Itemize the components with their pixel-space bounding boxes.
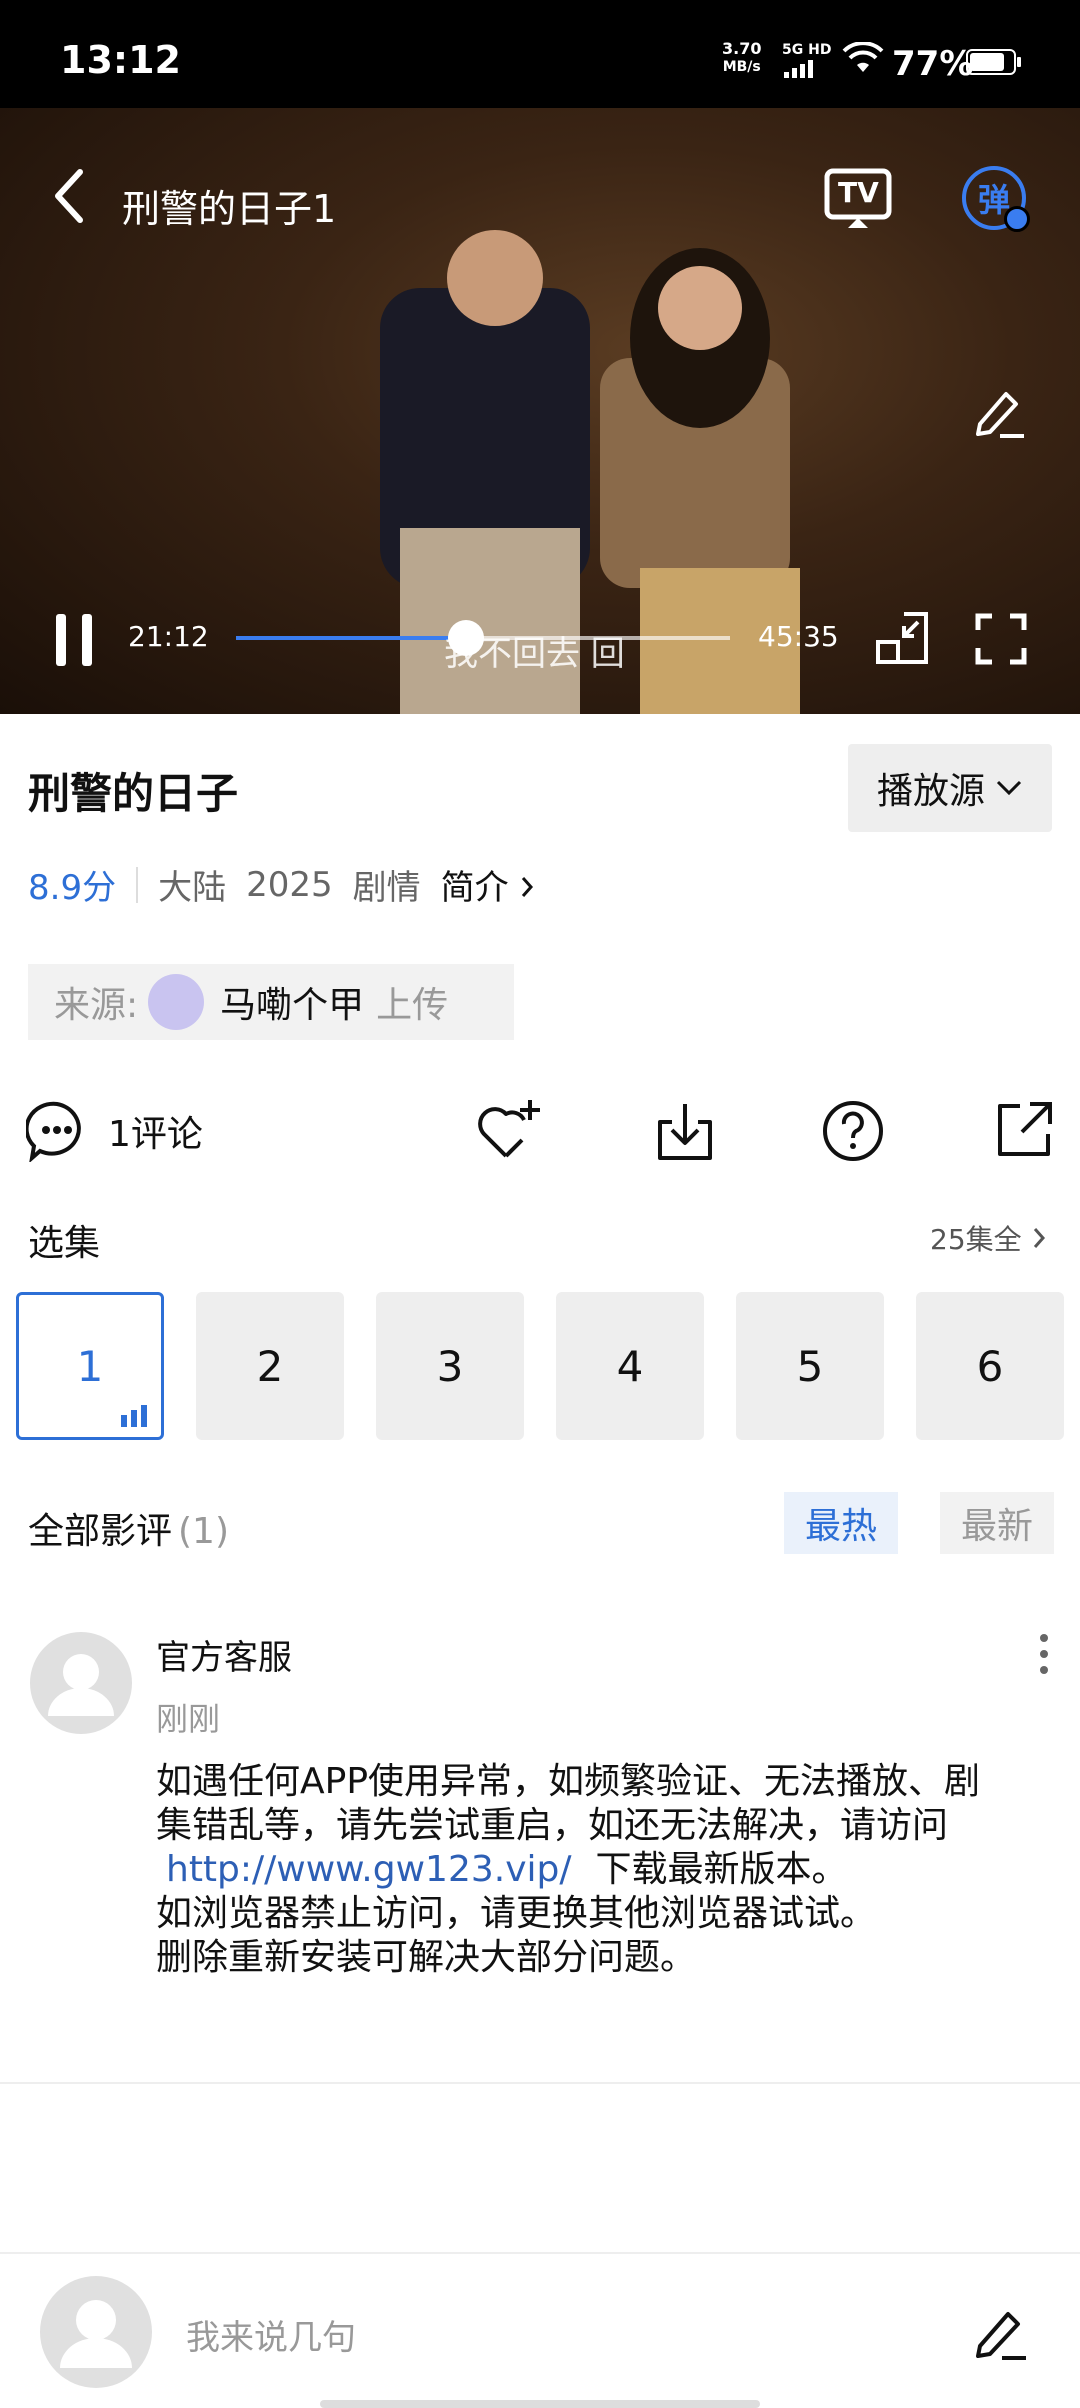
download-icon[interactable]	[654, 1100, 716, 1162]
danmaku-text: 我不回去 回	[444, 634, 625, 674]
playing-bars-icon	[121, 1405, 147, 1427]
episode-number: 2	[256, 1341, 284, 1391]
current-time: 21:12	[128, 620, 209, 653]
score: 8.9分	[28, 868, 117, 908]
meta-divider	[136, 866, 139, 903]
episode-number: 5	[796, 1341, 824, 1391]
network-type: 5G HD	[782, 42, 831, 82]
battery-icon	[966, 49, 1021, 75]
tab-new-label: 最新	[960, 1506, 1033, 1547]
uploader-suffix: 上传	[376, 985, 449, 1026]
tab-hot-label: 最热	[804, 1506, 877, 1547]
episode-4[interactable]: 4	[556, 1292, 704, 1440]
my-avatar	[40, 2276, 152, 2388]
review-time: 刚刚	[156, 1700, 221, 1738]
divider	[0, 2082, 1080, 2084]
region: 大陆	[158, 868, 227, 908]
check-badge-icon	[1004, 206, 1030, 232]
source-select-button[interactable]: 播放源	[848, 744, 1052, 832]
genre: 剧情	[352, 868, 421, 908]
episode-number: 3	[436, 1341, 464, 1391]
chevron-down-icon	[996, 780, 1022, 796]
uploader-name: 马嘞个甲	[220, 985, 365, 1026]
status-bar: 13:12 3.70 MB/s 5G HD 77%	[0, 0, 1080, 108]
review-link[interactable]: http://www.gw123.vip/	[166, 1849, 572, 1890]
signal-icon	[784, 60, 813, 78]
review-line: 删除重新安装可解决大部分问题。	[156, 1937, 697, 1978]
reviews-count: (1)	[178, 1511, 230, 1552]
episode-1[interactable]: 1	[16, 1292, 164, 1440]
battery-percent: 77%	[892, 44, 974, 84]
source-select-label: 播放源	[876, 771, 985, 812]
year: 2025	[246, 864, 333, 905]
episodes-all-link[interactable]: 25集全	[930, 1218, 1046, 1258]
player-title: 刑警的日子1	[122, 187, 337, 231]
chevron-right-icon	[1033, 1228, 1045, 1248]
share-icon[interactable]	[994, 1100, 1054, 1160]
pip-icon[interactable]	[874, 610, 930, 666]
network-speed: 3.70 MB/s	[722, 40, 761, 76]
favorite-add-icon[interactable]	[476, 1098, 544, 1162]
show-title: 刑警的日子	[28, 769, 239, 818]
review-line: 如浏览器禁止访问，请更换其他浏览器试试。	[156, 1893, 877, 1934]
review-line-tail: 下载最新版本。	[595, 1849, 848, 1890]
network-speed-value: 3.70	[722, 39, 762, 58]
review-avatar	[30, 1632, 132, 1734]
episode-number: 4	[616, 1341, 644, 1391]
intro-link-label: 简介	[440, 868, 509, 908]
danmaku-toggle[interactable]: 弹	[962, 166, 1030, 232]
review-line: 集错乱等，请先尝试重启，如还无法解决，请访问	[156, 1805, 949, 1846]
review-line: http://www.gw123.vip/下载最新版本。	[156, 1848, 1056, 1892]
network-speed-unit: MB/s	[722, 59, 761, 75]
review-content: 如遇任何APP使用异常，如频繁验证、无法播放、剧 集错乱等，请先尝试重启，如还无…	[156, 1760, 1056, 1980]
total-time: 45:35	[758, 620, 839, 653]
back-icon[interactable]	[50, 166, 90, 226]
cast-tv-button[interactable]: TV	[824, 168, 892, 228]
chevron-right-icon	[522, 877, 534, 897]
episode-5[interactable]: 5	[736, 1292, 884, 1440]
episode-6[interactable]: 6	[916, 1292, 1064, 1440]
edit-danmaku-icon[interactable]	[970, 384, 1026, 440]
comment-bubble-icon	[26, 1101, 81, 1162]
comments-button[interactable]: 1评论	[26, 1100, 203, 1162]
status-time: 13:12	[60, 38, 181, 82]
comment-input[interactable]: 我来说几句	[186, 2310, 886, 2359]
episode-number: 1	[76, 1341, 104, 1391]
tv-label: TV	[838, 176, 879, 209]
help-icon[interactable]	[822, 1100, 884, 1162]
pencil-icon[interactable]	[970, 2302, 1030, 2362]
progress-fill	[236, 636, 466, 640]
network-type-label: 5G HD	[782, 42, 832, 58]
wifi-icon	[842, 42, 884, 72]
comment-input-placeholder: 我来说几句	[186, 2318, 356, 2358]
uploader-avatar	[148, 974, 205, 1030]
episodes-total-label: 25集全	[930, 1223, 1022, 1256]
home-indicator	[320, 2400, 760, 2408]
fullscreen-icon[interactable]	[974, 612, 1028, 666]
user-placeholder-icon	[60, 2300, 132, 2368]
tab-hot[interactable]: 最热	[784, 1492, 898, 1554]
review-line: 如遇任何APP使用异常，如频繁验证、无法播放、剧	[156, 1761, 981, 1802]
pause-icon[interactable]	[52, 610, 98, 670]
comments-count-label: 1评论	[108, 1114, 203, 1155]
intro-link[interactable]: 简介	[441, 860, 536, 909]
review-author: 官方客服	[156, 1638, 292, 1678]
more-vertical-icon[interactable]	[1036, 1632, 1052, 1676]
uploader-prefix: 来源:	[54, 985, 139, 1026]
episode-number: 6	[976, 1341, 1004, 1391]
video-player[interactable]: 刑警的日子1 TV 弹 21:12 我不回去 回 45:35	[0, 108, 1080, 714]
comment-composer: 我来说几句	[0, 2252, 1080, 2408]
episode-3[interactable]: 3	[376, 1292, 524, 1440]
user-placeholder-icon	[48, 1654, 114, 1716]
reviews-title: 全部影评 (1)	[28, 1502, 229, 1554]
meta-row: 8.9分 大陆 2025 剧情 简介	[28, 860, 535, 909]
uploader-chip[interactable]: 来源: 马嘞个甲 上传	[28, 964, 514, 1040]
episodes-title: 选集	[28, 1223, 101, 1264]
tab-new[interactable]: 最新	[940, 1492, 1054, 1554]
episode-2[interactable]: 2	[196, 1292, 344, 1440]
reviews-title-label: 全部影评	[28, 1511, 173, 1552]
